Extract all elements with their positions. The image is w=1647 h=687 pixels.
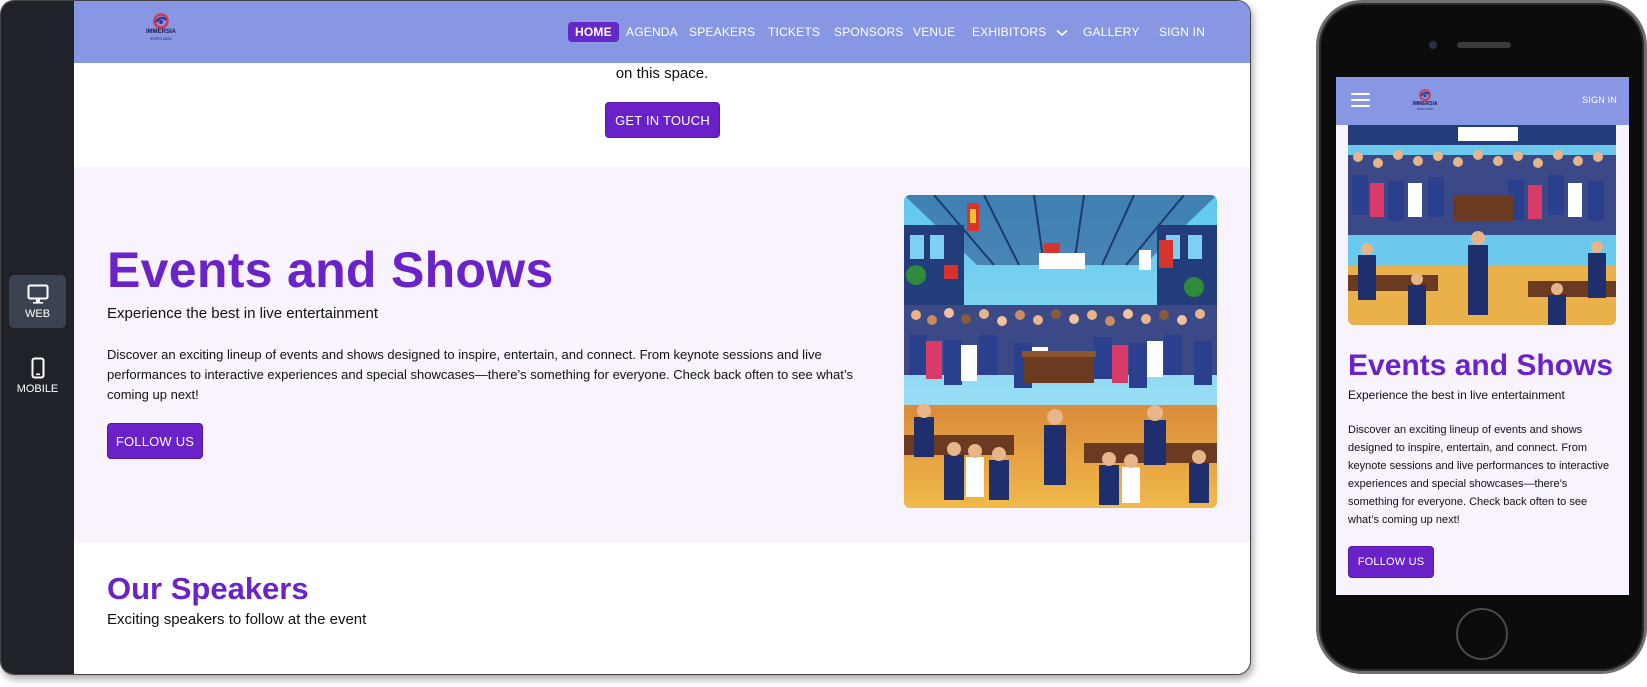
mobile-sign-in-link[interactable]: SIGN IN (1582, 95, 1617, 105)
mobile-brand-logo[interactable]: IMMERSIA EXPO 2025 (1407, 89, 1443, 113)
hamburger-menu-icon[interactable] (1351, 93, 1370, 108)
mobile-events-image (1348, 125, 1616, 325)
events-title: Events and Shows (107, 242, 554, 298)
top-navigation: IMMERSIA EXPO 2025 HOME AGENDA SPEAKERS … (74, 1, 1250, 63)
nav-gallery[interactable]: GALLERY (1083, 22, 1140, 42)
events-section: Events and Shows Experience the best in … (74, 167, 1250, 543)
nav-sponsors[interactable]: SPONSORS (834, 22, 904, 42)
events-hero-image (904, 195, 1217, 508)
desktop-preview: WEB MOBILE IMMERSIA EXPO 2025 HOME AGEND (0, 0, 1251, 675)
nav-tickets[interactable]: TICKETS (768, 22, 820, 42)
sign-in-link[interactable]: SIGN IN (1159, 22, 1205, 42)
nav-exhibitors[interactable]: EXHIBITORS (972, 22, 1068, 42)
website-canvas: IMMERSIA EXPO 2025 HOME AGENDA SPEAKERS … (74, 1, 1250, 674)
web-view-button[interactable]: WEB (9, 275, 66, 328)
expo-hall-illustration (904, 195, 1217, 508)
mobile-events-title: Events and Shows (1348, 349, 1614, 382)
intro-partial-text: on this space. (615, 65, 709, 82)
logo-name: IMMERSIA (146, 29, 176, 35)
mobile-top-navigation: IMMERSIA EXPO 2025 SIGN IN (1336, 77, 1629, 125)
mobile-preview: IMMERSIA EXPO 2025 SIGN IN Events and Sh… (1316, 0, 1647, 674)
nav-exhibitors-label: EXHIBITORS (972, 25, 1047, 39)
view-switcher: WEB MOBILE (1, 1, 74, 674)
get-in-touch-button[interactable]: GET IN TOUCH (605, 102, 720, 138)
monitor-icon (27, 284, 48, 304)
mobile-events-description: Discover an exciting lineup of events an… (1348, 424, 1610, 526)
speakers-subtitle: Exciting speakers to follow at the event (107, 611, 367, 628)
web-view-label: WEB (24, 307, 51, 320)
logo-subtitle: EXPO 2025 (150, 36, 172, 41)
smartphone-icon (31, 357, 44, 378)
mobile-screen: IMMERSIA EXPO 2025 SIGN IN Events and Sh… (1336, 77, 1629, 595)
nav-speakers[interactable]: SPEAKERS (689, 22, 755, 42)
phone-speaker (1457, 42, 1511, 48)
mobile-view-button[interactable]: MOBILE (9, 349, 66, 402)
events-description: Discover an exciting lineup of events an… (107, 347, 853, 402)
mobile-view-label: MOBILE (16, 382, 59, 395)
mobile-logo-subtitle: EXPO 2025 (1417, 107, 1433, 111)
mobile-follow-us-button[interactable]: FOLLOW US (1348, 546, 1434, 578)
phone-camera (1429, 41, 1437, 49)
logo-swirl-icon (1419, 89, 1431, 101)
events-subtitle: Experience the best in live entertainmen… (107, 305, 378, 322)
expo-hall-illustration (1348, 125, 1616, 325)
speakers-title: Our Speakers (107, 571, 309, 606)
mobile-events-subtitle: Experience the best in live entertainmen… (1348, 388, 1565, 402)
follow-us-button[interactable]: FOLLOW US (107, 423, 203, 459)
nav-agenda[interactable]: AGENDA (626, 22, 678, 42)
brand-logo[interactable]: IMMERSIA EXPO 2025 (138, 13, 184, 49)
phone-home-button (1456, 608, 1508, 660)
nav-home[interactable]: HOME (568, 22, 619, 42)
nav-venue[interactable]: VENUE (913, 22, 955, 42)
logo-swirl-icon (153, 13, 169, 29)
chevron-down-icon (1056, 29, 1068, 36)
